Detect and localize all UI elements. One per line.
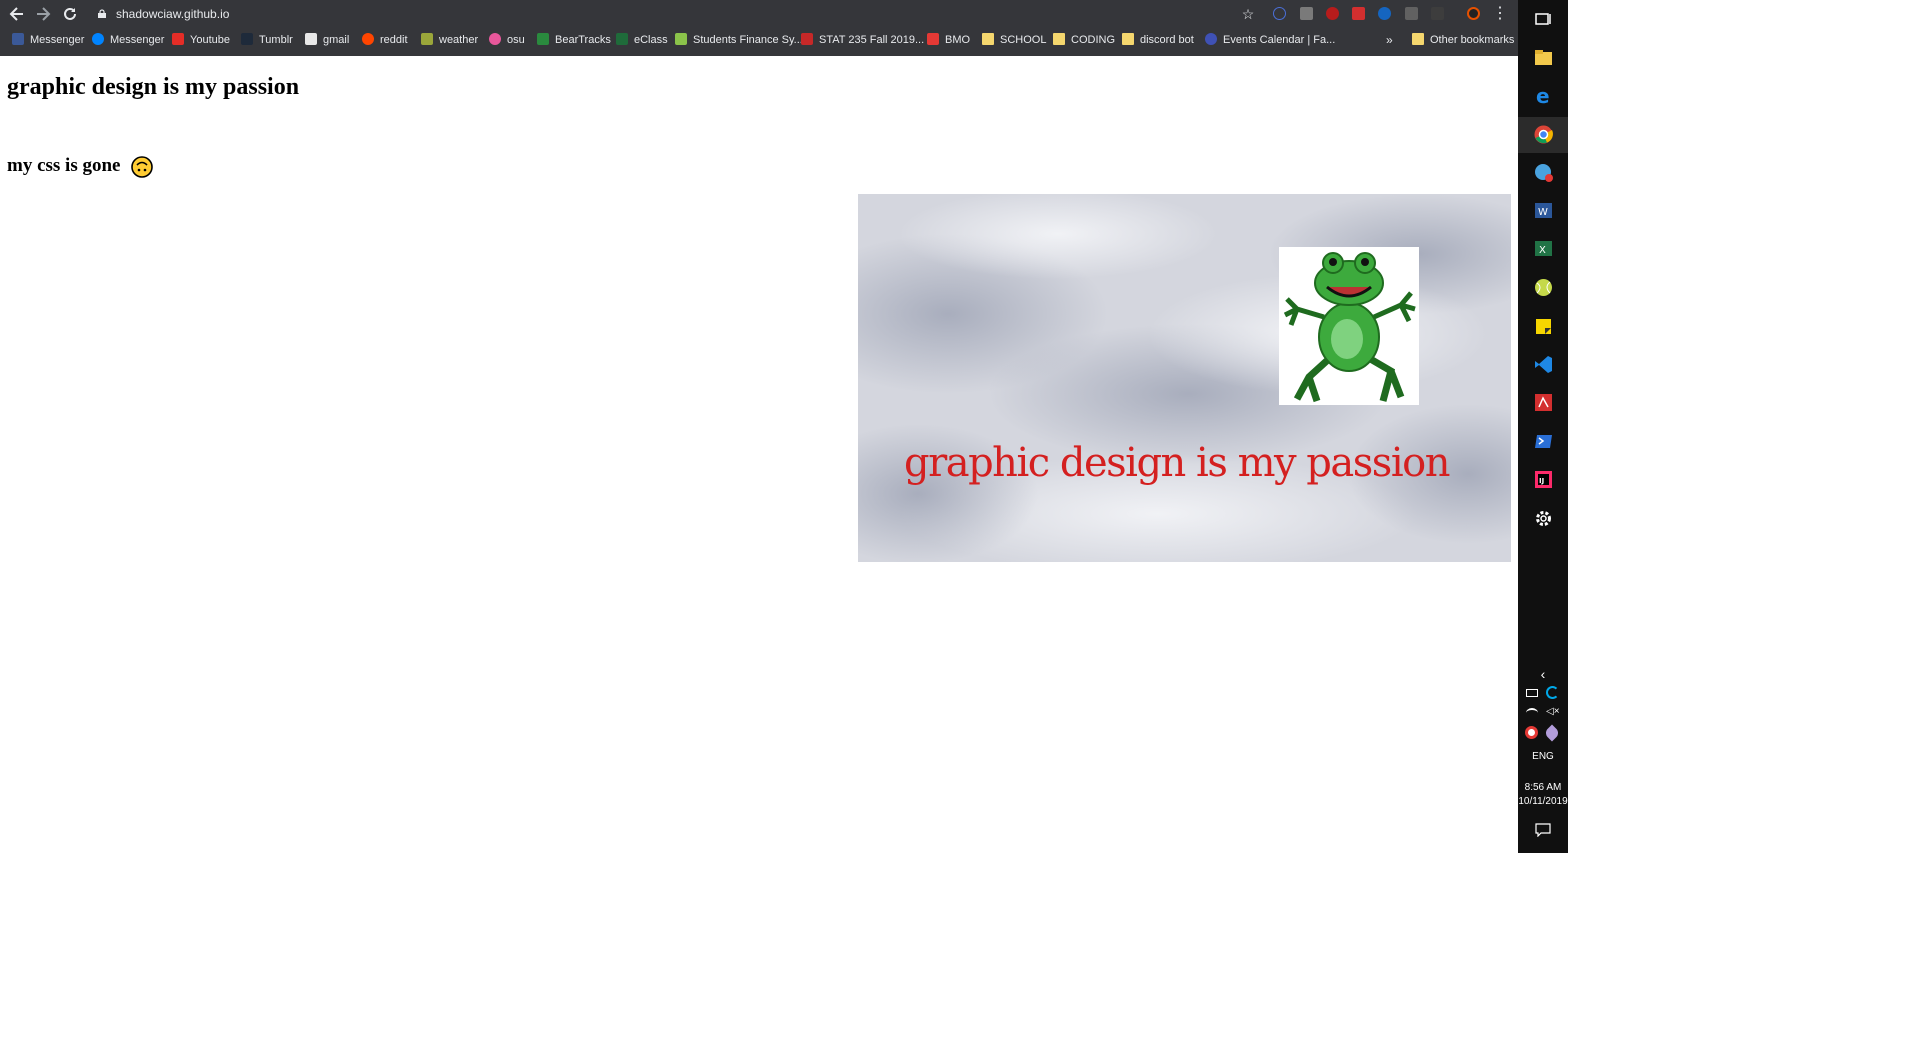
- sticky-notes-icon[interactable]: [1534, 317, 1553, 336]
- upside-down-face-icon: [131, 156, 153, 178]
- bookmark-item[interactable]: Youtube: [172, 33, 230, 47]
- forward-arrow-icon[interactable]: [33, 4, 53, 24]
- bookmarks-bar: Messenger Messenger Youtube Tumblr gmail…: [0, 28, 1518, 52]
- bookmark-item[interactable]: weather: [421, 33, 478, 47]
- bookmark-folder[interactable]: discord bot: [1122, 33, 1194, 47]
- reddit-icon: [362, 33, 374, 45]
- bookmarks-overflow-button[interactable]: »: [1386, 33, 1393, 47]
- messenger-icon: [92, 33, 104, 45]
- profile-avatar[interactable]: [1467, 7, 1480, 20]
- svg-text:e: e: [1536, 86, 1550, 105]
- youtube-icon: [172, 33, 184, 45]
- bookmark-item[interactable]: BMO: [927, 33, 970, 47]
- calendar-icon: [1205, 33, 1217, 45]
- bookmark-item[interactable]: Messenger: [92, 33, 164, 47]
- star-icon[interactable]: ☆: [1238, 4, 1258, 24]
- back-arrow-icon[interactable]: [7, 4, 27, 24]
- svg-text:X: X: [1539, 245, 1546, 256]
- page-content: graphic design is my passion my css is g…: [0, 56, 1518, 853]
- bookmark-item[interactable]: gmail: [305, 33, 349, 47]
- bookmark-item[interactable]: Students Finance Sy...: [675, 33, 803, 47]
- powershell-icon[interactable]: [1534, 432, 1553, 451]
- show-hidden-icons-chevron-icon[interactable]: ‹: [1518, 666, 1568, 682]
- battery-icon[interactable]: [1526, 689, 1538, 697]
- folder-icon: [1412, 33, 1424, 45]
- url-text: shadowciaw.github.io: [116, 7, 230, 21]
- bookmark-item[interactable]: reddit: [362, 33, 408, 47]
- extension-blue-icon[interactable]: [1378, 7, 1391, 20]
- other-bookmarks-folder[interactable]: Other bookmarks: [1412, 33, 1514, 47]
- extension-search-icon[interactable]: [1273, 7, 1286, 20]
- bookmark-item[interactable]: osu: [489, 33, 525, 47]
- folder-icon: [982, 33, 994, 45]
- bookmark-folder[interactable]: SCHOOL: [982, 33, 1046, 47]
- lock-icon: [98, 9, 106, 18]
- wifi-icon[interactable]: [1526, 708, 1538, 718]
- extension-red-icon[interactable]: [1352, 7, 1365, 20]
- frog-icon: [1283, 252, 1416, 403]
- excel-icon[interactable]: X: [1534, 239, 1553, 258]
- beartracks-icon: [537, 33, 549, 45]
- browser-chrome: shadowciaw.github.io ☆ ⋮ Messenger Messe…: [0, 0, 1518, 56]
- svg-text:IJ: IJ: [1539, 477, 1544, 485]
- edge-icon[interactable]: e: [1534, 86, 1553, 105]
- bookmark-folder[interactable]: CODING: [1053, 33, 1115, 47]
- task-view-icon[interactable]: [1534, 10, 1553, 29]
- bookmark-item[interactable]: Tumblr: [241, 33, 293, 47]
- clock-time[interactable]: 8:56 AM: [1518, 782, 1568, 793]
- mail-icon[interactable]: [1534, 163, 1553, 182]
- vscode-icon[interactable]: [1534, 355, 1553, 374]
- meme-caption: graphic design is my passion: [904, 440, 1450, 486]
- windows-taskbar: e W X IJ ‹ ◁× ENG 8:56 AM 10/11/2019: [1518, 0, 1568, 853]
- folder-icon: [1053, 33, 1065, 45]
- reload-icon[interactable]: [60, 4, 80, 24]
- word-icon[interactable]: W: [1534, 201, 1553, 220]
- stat-icon: [801, 33, 813, 45]
- speaker-muted-icon[interactable]: ◁×: [1546, 706, 1560, 717]
- tumblr-icon: [241, 33, 253, 45]
- osu-icon: [489, 33, 501, 45]
- address-bar[interactable]: shadowciaw.github.io: [90, 4, 1270, 24]
- page-heading: graphic design is my passion: [7, 74, 300, 100]
- action-center-icon[interactable]: [1535, 823, 1551, 837]
- svg-text:W: W: [1538, 207, 1548, 218]
- menu-kebab-icon[interactable]: ⋮: [1490, 4, 1510, 24]
- page-subheading: my css is gone: [7, 155, 121, 176]
- language-indicator[interactable]: ENG: [1518, 751, 1568, 762]
- chrome-icon[interactable]: [1534, 125, 1553, 144]
- frog-meme-image: graphic design is my passion: [858, 194, 1511, 562]
- browser-toolbar: shadowciaw.github.io ☆ ⋮: [0, 0, 1518, 28]
- intellij-icon[interactable]: IJ: [1534, 470, 1553, 489]
- extension-grey-icon[interactable]: [1405, 7, 1418, 20]
- extension-dim-icon[interactable]: [1431, 7, 1444, 20]
- bookmark-item[interactable]: STAT 235 Fall 2019...: [801, 33, 924, 47]
- bookmark-item[interactable]: Messenger: [12, 33, 84, 47]
- folder-icon: [1122, 33, 1134, 45]
- acrobat-icon[interactable]: [1534, 393, 1553, 412]
- feather-icon[interactable]: [1543, 724, 1561, 742]
- facebook-icon: [12, 33, 24, 45]
- frog-picture: [1279, 247, 1419, 405]
- gmail-icon: [305, 33, 317, 45]
- tennis-icon[interactable]: [1534, 278, 1553, 297]
- bmo-icon: [927, 33, 939, 45]
- students-finance-icon: [675, 33, 687, 45]
- eclass-icon: [616, 33, 628, 45]
- bookmark-item[interactable]: BearTracks: [537, 33, 611, 47]
- bookmark-item[interactable]: eClass: [616, 33, 668, 47]
- extension-nx-icon[interactable]: [1300, 7, 1313, 20]
- bookmark-item[interactable]: Events Calendar | Fa...: [1205, 33, 1335, 47]
- ublock-icon[interactable]: [1326, 7, 1339, 20]
- pokeball-icon[interactable]: [1525, 726, 1538, 739]
- settings-icon[interactable]: [1534, 509, 1553, 528]
- logitech-icon[interactable]: [1546, 686, 1559, 699]
- file-explorer-icon[interactable]: [1534, 48, 1553, 67]
- weather-icon: [421, 33, 433, 45]
- clock-date[interactable]: 10/11/2019: [1518, 796, 1568, 807]
